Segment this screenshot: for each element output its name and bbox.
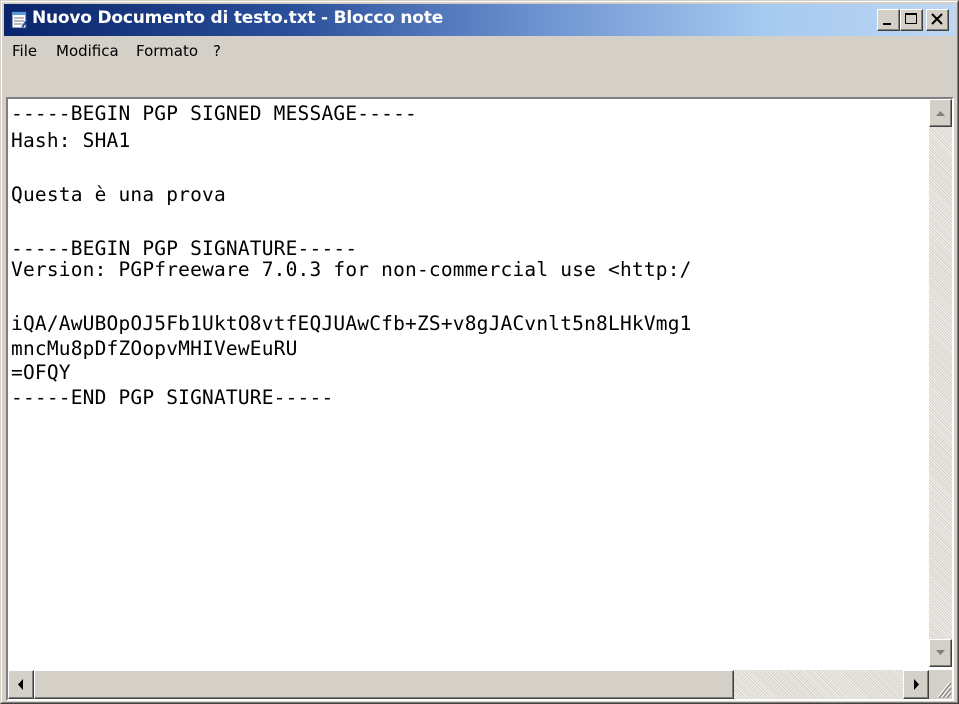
menu-formato[interactable]: Formato (136, 42, 198, 60)
document-line: -----BEGIN PGP SIGNATURE----- (11, 237, 358, 260)
menu-modifica[interactable]: Modifica (56, 42, 119, 60)
title-bar[interactable]: Nuovo Documento di testo.txt - Blocco no… (4, 4, 955, 36)
maximize-icon (905, 13, 917, 24)
horizontal-scrollbar[interactable] (8, 670, 929, 699)
menu-file[interactable]: File (12, 42, 37, 60)
document-line: iQA/AwUBOpOJ5Fb1UktO8vtfEQJUAwCfb+ZS+v8g… (11, 312, 692, 335)
document-text[interactable]: -----BEGIN PGP SIGNED MESSAGE----- Hash:… (8, 99, 927, 667)
arrow-down-icon (936, 650, 945, 655)
menu-help[interactable]: ? (213, 42, 221, 60)
arrow-right-icon (914, 679, 919, 690)
size-grip-icon (937, 681, 952, 699)
scroll-left-button[interactable] (8, 670, 34, 699)
document-line: -----END PGP SIGNATURE----- (11, 386, 334, 409)
notepad-icon[interactable] (9, 10, 29, 30)
scroll-up-button[interactable] (929, 99, 952, 127)
vertical-scrollbar[interactable] (929, 99, 952, 667)
scroll-down-button[interactable] (929, 639, 952, 667)
document-line: -----BEGIN PGP SIGNED MESSAGE----- (11, 102, 417, 125)
arrow-left-icon (18, 679, 23, 690)
menu-bar: File Modifica Formato ? (4, 37, 955, 65)
document-line: Hash: SHA1 (11, 129, 131, 152)
minimize-icon (883, 23, 891, 25)
close-button[interactable] (926, 9, 949, 31)
horizontal-scroll-thumb[interactable] (34, 670, 734, 699)
window-title: Nuovo Documento di testo.txt - Blocco no… (32, 8, 444, 28)
resize-grip[interactable] (929, 670, 952, 699)
document-line: =OFQY (11, 361, 71, 384)
document-line: Version: PGPfreeware 7.0.3 for non-comme… (11, 258, 692, 281)
document-line: Questa è una prova (11, 183, 226, 206)
scroll-right-button[interactable] (903, 670, 929, 699)
minimize-button[interactable] (877, 9, 900, 31)
notepad-window: Nuovo Documento di testo.txt - Blocco no… (0, 0, 959, 704)
arrow-up-icon (936, 111, 945, 116)
close-icon (931, 13, 943, 25)
maximize-button[interactable] (900, 9, 923, 31)
text-editor[interactable]: -----BEGIN PGP SIGNED MESSAGE----- Hash:… (6, 97, 954, 701)
document-line: mncMu8pDfZOopvMHIVewEuRU (11, 337, 298, 360)
